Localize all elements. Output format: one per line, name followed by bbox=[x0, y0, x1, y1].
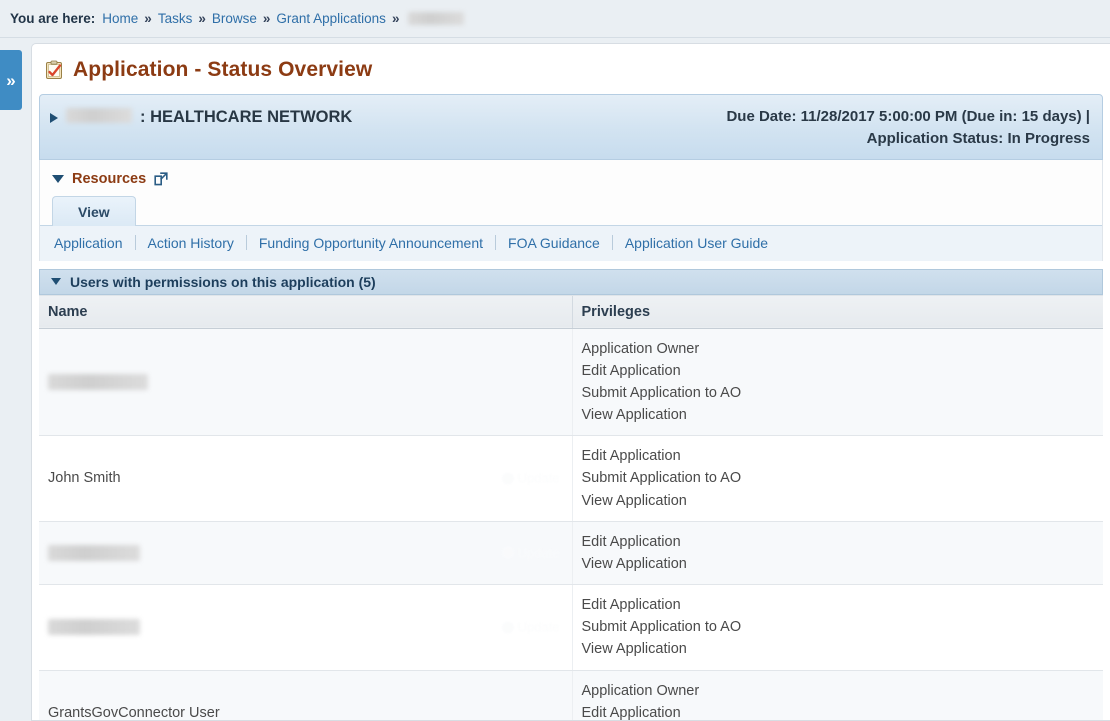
content-panel: Application - Status Overview : HEALTHCA… bbox=[31, 43, 1110, 721]
update-action-button[interactable]: Update bbox=[501, 619, 560, 635]
application-status-text: Application Status: In Progress bbox=[866, 129, 1090, 147]
privilege-item: Submit Application to AO bbox=[581, 384, 742, 401]
breadcrumb-item-redacted bbox=[408, 12, 465, 25]
resource-link-action-history[interactable]: Action History bbox=[136, 235, 246, 251]
update-icon bbox=[501, 621, 514, 634]
triangle-right-icon[interactable] bbox=[50, 113, 58, 123]
tab-view[interactable]: View bbox=[52, 195, 136, 226]
users-table: Name Privileges Application Owner Edit Ap… bbox=[39, 294, 1103, 721]
cell-name: Update bbox=[39, 521, 572, 586]
sidebar-expand-button[interactable]: » bbox=[0, 50, 22, 110]
resource-link-application-user-guide[interactable]: Application User Guide bbox=[613, 235, 780, 251]
table-row: John Smith Update Edit Application Submit A… bbox=[39, 435, 1103, 522]
application-header-right: Due Date: 11/28/2017 5:00:00 PM (Due in:… bbox=[726, 105, 1090, 150]
privilege-item: View Application bbox=[581, 492, 687, 509]
privilege-item: Edit Application bbox=[581, 704, 681, 721]
application-header-bar: : HEALTHCARE NETWORK Due Date: 11/28/201… bbox=[39, 94, 1103, 160]
user-name: John Smith bbox=[48, 470, 121, 487]
update-action-button[interactable]: Update bbox=[501, 470, 560, 486]
external-link-icon[interactable] bbox=[154, 171, 168, 186]
page-title-text: Application - Status Overview bbox=[73, 58, 373, 81]
resource-link-funding-opportunity-announcement[interactable]: Funding Opportunity Announcement bbox=[247, 235, 495, 251]
cell-name: Update bbox=[39, 584, 572, 671]
privilege-item: Submit Application to AO bbox=[581, 470, 742, 487]
breadcrumb-item-home[interactable]: Home bbox=[102, 11, 138, 26]
privilege-item: Edit Application bbox=[581, 533, 681, 550]
cell-privileges: Edit Application Submit Application to AO… bbox=[571, 584, 1103, 671]
resources-link-row: Application Action History Funding Oppor… bbox=[40, 225, 1102, 261]
cell-name: John Smith Update bbox=[39, 435, 572, 522]
privilege-item: Edit Application bbox=[581, 448, 681, 465]
organization-name-redacted bbox=[66, 108, 132, 123]
privilege-item: View Application bbox=[581, 641, 687, 658]
cell-name: GrantsGovConnector User bbox=[39, 670, 572, 721]
privilege-item: Submit Application to AO bbox=[581, 619, 742, 636]
table-header-row: Name Privileges bbox=[39, 294, 1103, 329]
clipboard-check-icon bbox=[46, 60, 62, 79]
chevron-double-right-icon: » bbox=[6, 70, 16, 90]
table-row: Application Owner Edit Application Submit … bbox=[39, 328, 1103, 437]
table-row: GrantsGovConnector User Application Owner… bbox=[39, 670, 1103, 721]
breadcrumb-item-browse[interactable]: Browse bbox=[212, 11, 257, 26]
page-body: » Application - Status Overview : HEALTH… bbox=[0, 38, 1110, 721]
resources-tab-row: View bbox=[40, 195, 1102, 226]
triangle-down-icon[interactable] bbox=[51, 278, 61, 285]
column-header-name[interactable]: Name bbox=[39, 294, 572, 329]
update-icon bbox=[501, 546, 514, 559]
update-action-label: Update bbox=[517, 470, 560, 486]
users-table-body: Application Owner Edit Application Submit … bbox=[39, 328, 1103, 721]
user-name-redacted bbox=[48, 373, 148, 390]
resource-link-application[interactable]: Application bbox=[54, 235, 135, 251]
triangle-down-icon[interactable] bbox=[52, 174, 64, 183]
breadcrumb: You are here: Home » Tasks » Browse » Gr… bbox=[0, 0, 1110, 38]
breadcrumb-separator: » bbox=[391, 11, 400, 26]
breadcrumb-lead: You are here: bbox=[10, 11, 96, 26]
users-section-bar: Users with permissions on this applicati… bbox=[39, 268, 1103, 295]
user-name-redacted bbox=[48, 619, 140, 636]
privilege-item: Edit Application bbox=[581, 362, 681, 379]
update-action-label: Update bbox=[517, 545, 560, 561]
breadcrumb-separator: » bbox=[262, 11, 271, 26]
application-header-left: : HEALTHCARE NETWORK bbox=[50, 105, 352, 150]
tab-view-label: View bbox=[78, 203, 110, 220]
page-title: Application - Status Overview bbox=[32, 44, 1110, 94]
privilege-item: Application Owner bbox=[581, 340, 700, 357]
update-icon bbox=[501, 472, 514, 485]
resource-link-foa-guidance[interactable]: FOA Guidance bbox=[496, 235, 612, 251]
resources-label: Resources bbox=[72, 170, 147, 187]
cell-privileges: Edit Application View Application bbox=[571, 521, 1103, 586]
column-header-privileges[interactable]: Privileges bbox=[571, 294, 1103, 329]
breadcrumb-item-tasks[interactable]: Tasks bbox=[158, 11, 193, 26]
breadcrumb-separator: » bbox=[144, 11, 152, 26]
cell-privileges: Application Owner Edit Application Submit … bbox=[571, 328, 1103, 437]
update-action-label: Update bbox=[517, 619, 560, 635]
organization-name: : HEALTHCARE NETWORK bbox=[140, 108, 353, 126]
privilege-item: View Application bbox=[581, 407, 687, 424]
resources-header: Resources bbox=[40, 160, 1102, 195]
privilege-item: View Application bbox=[581, 555, 687, 572]
resources-section: Resources View Application Action Histor… bbox=[39, 159, 1103, 261]
privilege-item: Application Owner bbox=[581, 682, 700, 699]
due-date-text: Due Date: 11/28/2017 5:00:00 PM (Due in:… bbox=[726, 108, 1090, 125]
cell-privileges: Application OwnerEdit ApplicationSubmit … bbox=[571, 670, 1103, 721]
table-row: Update Edit Application Submit Application… bbox=[39, 584, 1103, 671]
breadcrumb-separator: » bbox=[198, 11, 206, 26]
cell-privileges: Edit Application Submit Application to AO… bbox=[571, 435, 1103, 522]
user-name-redacted bbox=[48, 544, 140, 561]
cell-name bbox=[39, 328, 572, 437]
user-name: GrantsGovConnector User bbox=[48, 704, 220, 721]
update-action-button[interactable]: Update bbox=[501, 545, 560, 561]
breadcrumb-item-grant-applications[interactable]: Grant Applications bbox=[276, 11, 386, 26]
privilege-item: Edit Application bbox=[581, 597, 681, 614]
table-row: Update Edit Application View Application bbox=[39, 521, 1103, 586]
users-permissions-section: Users with permissions on this applicati… bbox=[39, 268, 1103, 721]
users-section-title: Users with permissions on this applicati… bbox=[70, 273, 376, 290]
